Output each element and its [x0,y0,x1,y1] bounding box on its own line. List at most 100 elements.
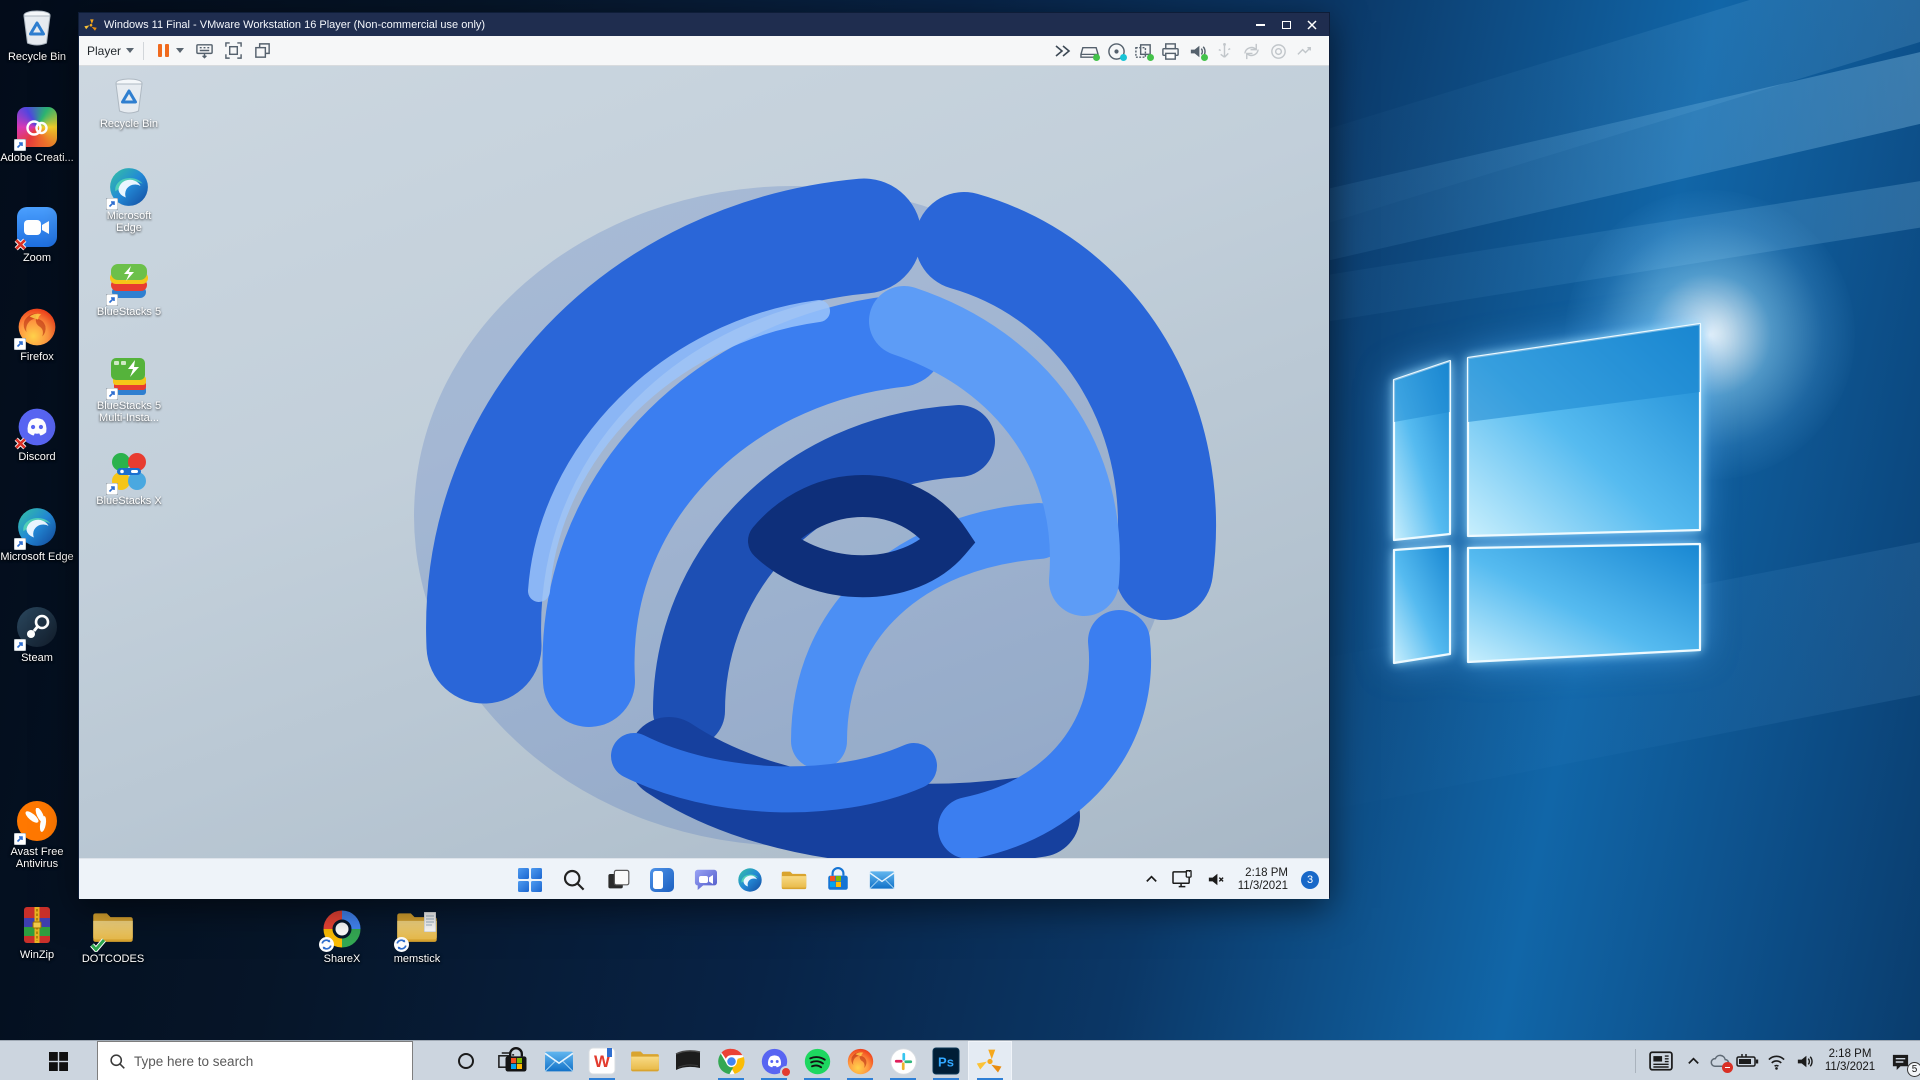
onedrive-paused-badge [1722,1062,1733,1073]
start-button[interactable] [36,1041,80,1080]
vm-store-button[interactable] [822,864,854,896]
taskbar-search[interactable] [97,1041,413,1080]
vm-mail-button[interactable] [866,864,898,896]
wifi-icon[interactable] [1762,1041,1790,1080]
vm-desktop-icon-bluestacks-x[interactable]: BlueStacks X [96,451,162,507]
news-and-interests-button[interactable] [1642,1041,1680,1080]
clock-date: 11/3/2021 [1818,1061,1882,1074]
host-desktop: Recycle Bin Adobe Creati... Zoom Firefox [0,0,1920,1080]
desktop-icon-label: memstick [380,953,454,965]
expand-toolbar-icon[interactable] [1054,44,1072,58]
minimize-button[interactable] [1247,15,1273,34]
host-taskbar: W [0,1040,1920,1080]
vmware-logo-icon [84,18,98,32]
check-badge [90,938,106,952]
desktop-icon-label: Firefox [0,351,74,363]
desktop-icon-discord[interactable]: Discord [0,406,74,463]
clock[interactable]: 2:18 PM 11/3/2021 [1818,1041,1882,1080]
vm-guest-screen: Recycle Bin Microsoft Edge [79,66,1329,899]
vm-desktop-icon-recycle-bin[interactable]: Recycle Bin [96,74,162,130]
vm-clock[interactable]: 2:18 PM 11/3/2021 [1238,867,1288,893]
vm-hidden-icons-chevron[interactable] [1144,872,1159,887]
desktop-icon-zoom[interactable]: Zoom [0,206,74,264]
vm-clock-date: 11/3/2021 [1238,880,1288,893]
vm-volume-muted-icon[interactable] [1206,870,1225,889]
shortcut-arrow-badge [14,338,26,350]
steam-piston-glyph [22,613,52,643]
taskbar-app-discord[interactable] [753,1041,795,1080]
sound-icon[interactable] [1188,42,1207,61]
desktop-icon-label: DOTCODES [76,953,150,965]
device-inactive-icon [1242,42,1261,61]
taskbar-app-wps-office[interactable]: W [581,1041,623,1080]
vmware-titlebar: Windows 11 Final - VMware Workstation 16… [79,13,1329,36]
window-title: Windows 11 Final - VMware Workstation 16… [104,19,485,31]
desktop-icon-firefox[interactable]: Firefox [0,306,74,363]
desktop-icon-label: WinZip [0,949,74,961]
battery-icon[interactable] [1734,1041,1762,1080]
action-center-button[interactable]: 5 [1882,1041,1918,1080]
taskbar-app-file-explorer[interactable] [624,1041,666,1080]
error-x-badge [14,437,27,450]
suspend-dropdown-icon[interactable] [176,48,184,53]
close-button[interactable] [1299,15,1325,34]
document-glyph [424,912,436,932]
taskbar-app-chrome[interactable] [710,1041,752,1080]
taskbar-app-vmware-player[interactable] [968,1041,1012,1080]
vm-edge-button[interactable] [734,864,766,896]
window-controls [1247,15,1325,34]
desktop-icon-memstick-folder[interactable]: memstick [380,908,454,965]
error-x-badge [14,238,27,251]
desktop-icon-steam[interactable]: Steam [0,606,74,664]
printer-icon[interactable] [1161,42,1180,61]
hidden-icons-chevron[interactable] [1680,1041,1706,1080]
device-inactive-icon [1215,42,1234,61]
taskbar-app-photoshop[interactable]: Ps [925,1041,967,1080]
taskbar-app-black-book[interactable] [667,1041,709,1080]
fullscreen-button[interactable] [224,41,243,60]
volume-icon[interactable] [1790,1041,1818,1080]
taskbar-app-mail[interactable] [538,1041,580,1080]
suspend-button[interactable] [158,44,169,57]
vm-desktop-icon-label: BlueStacks X [96,495,162,507]
desktop-icon-microsoft-edge[interactable]: Microsoft Edge [0,506,74,563]
vm-task-view-button[interactable] [602,864,634,896]
vm-notification-badge[interactable]: 3 [1301,871,1319,889]
desktop-icon-avast[interactable]: Avast Free Antivirus [0,800,74,870]
cortana-button[interactable] [446,1041,486,1080]
onedrive-icon[interactable] [1706,1041,1734,1080]
desktop-icon-label: Zoom [0,252,74,264]
vm-desktop-icon-label: BlueStacks 5 Multi-Insta... [96,400,162,424]
desktop-icon-winzip[interactable]: WinZip [0,904,74,961]
taskbar-app-microsoft-store[interactable] [495,1041,537,1080]
vm-search-button[interactable] [558,864,590,896]
vm-widgets-button[interactable] [646,864,678,896]
vm-file-explorer-button[interactable] [778,864,810,896]
vm-desktop-icon-label: Recycle Bin [96,118,162,130]
vm-start-button[interactable] [514,864,546,896]
vm-desktop-icon-microsoft-edge[interactable]: Microsoft Edge [96,166,162,234]
send-ctrl-alt-del-button[interactable] [195,41,214,60]
search-icon [109,1053,126,1070]
vm-chat-button[interactable] [690,864,722,896]
unity-mode-button[interactable] [253,41,272,60]
desktop-icon-recycle-bin[interactable]: Recycle Bin [0,6,74,63]
vm-desktop-icon-bluestacks-5[interactable]: BlueStacks 5 [96,262,162,318]
search-input[interactable] [134,1054,384,1069]
avast-blades-glyph [23,808,51,836]
hard-disk-icon[interactable] [1080,42,1099,61]
player-menu-button[interactable]: Player [87,44,134,58]
maximize-button[interactable] [1273,15,1299,34]
taskbar-app-slack[interactable] [882,1041,924,1080]
virtual-network-icon[interactable] [1134,42,1153,61]
shortcut-arrow-badge [106,198,118,210]
vm-network-display-icon[interactable] [1172,870,1193,889]
desktop-icon-dotcodes-folder[interactable]: DOTCODES [76,908,150,965]
taskbar-app-spotify[interactable] [796,1041,838,1080]
desktop-icon-adobe-creative-cloud[interactable]: Adobe Creati... [0,106,74,164]
vm-desktop-icon-bluestacks-5-multi-instance[interactable]: BlueStacks 5 Multi-Insta... [96,356,162,424]
cd-drive-icon[interactable] [1107,42,1126,61]
desktop-icon-sharex[interactable]: ShareX [305,908,379,965]
video-camera-glyph [24,219,50,237]
taskbar-app-firefox[interactable] [839,1041,881,1080]
